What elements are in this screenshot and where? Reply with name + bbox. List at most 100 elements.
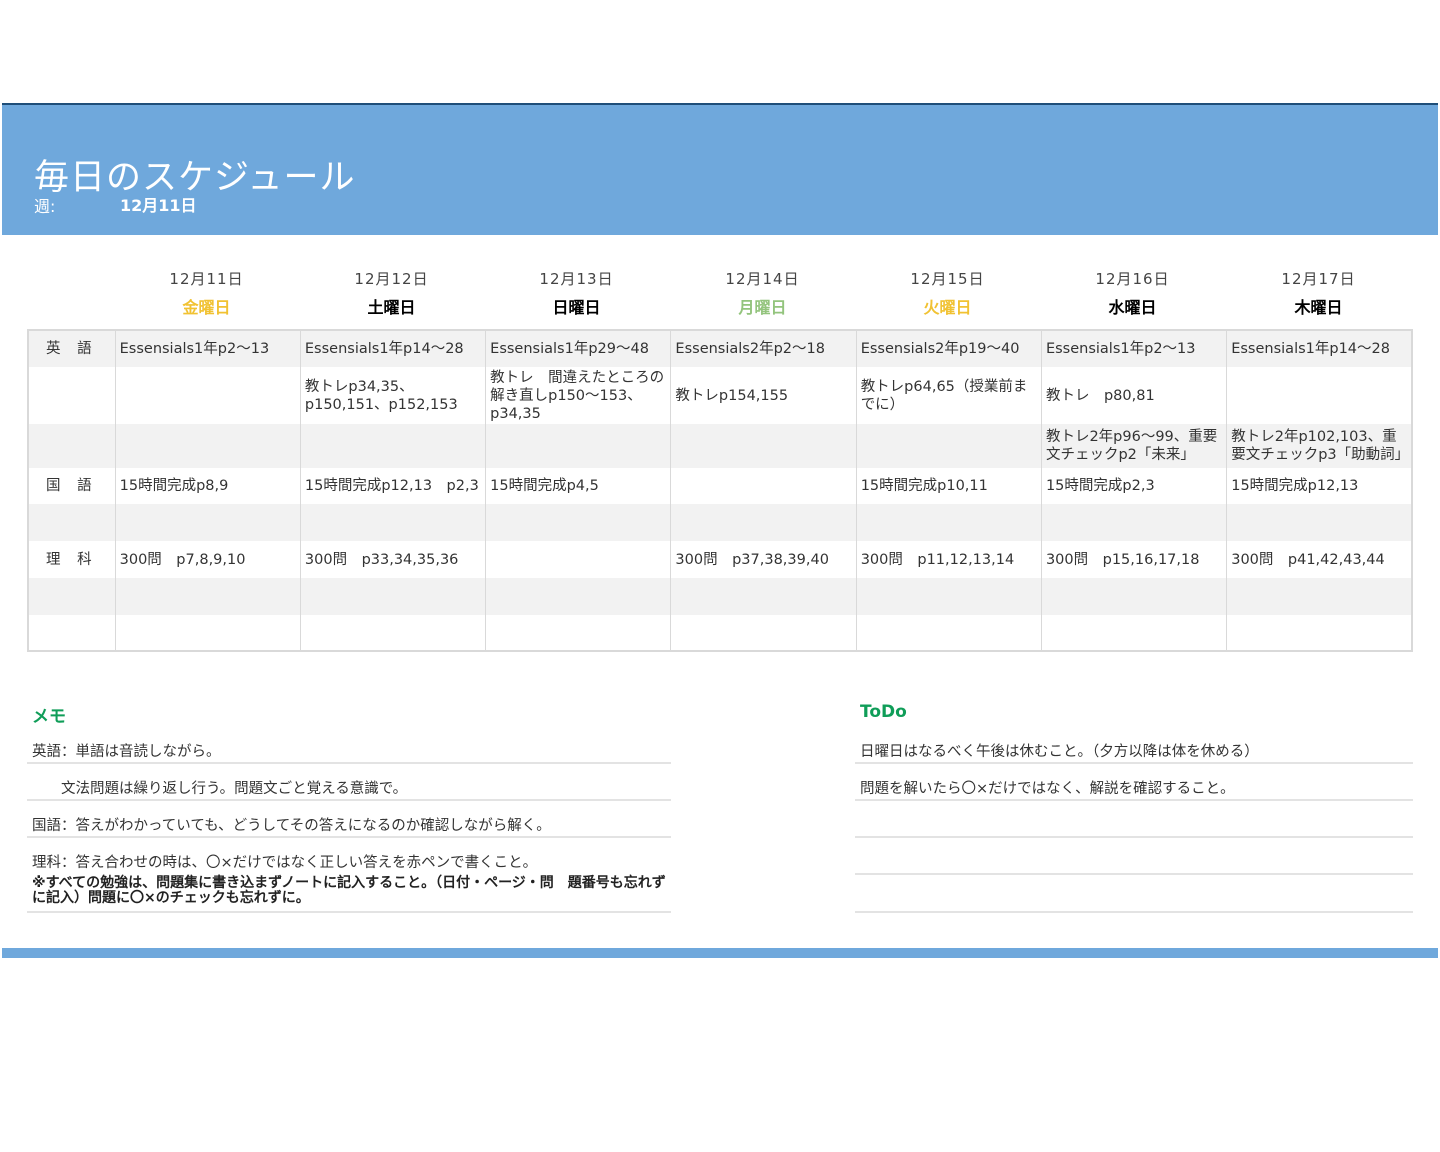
schedule-cell[interactable]: 15時間完成p12,13 p2,3 (299, 468, 487, 504)
subject-cell: 英 語 (27, 330, 116, 367)
schedule-cell[interactable] (1226, 578, 1413, 615)
schedule-cell[interactable] (670, 504, 857, 541)
schedule-cell[interactable]: 300問 p11,12,13,14 (855, 541, 1042, 578)
todo-line[interactable] (855, 888, 1413, 913)
schedule-cell[interactable]: 300問 p7,8,9,10 (114, 541, 301, 578)
schedule-cell[interactable]: 300問 p37,38,39,40 (670, 541, 857, 578)
schedule-cell[interactable] (485, 541, 672, 578)
day-date: 12月12日 (354, 270, 429, 288)
day-header: 12月12日 土曜日 (299, 268, 484, 318)
day-date: 12月17日 (1281, 270, 1356, 288)
schedule-cell[interactable]: 15時間完成p4,5 (485, 468, 672, 504)
subject-cell (27, 504, 116, 541)
schedule-row: 英 語 Essensials1年p2～13 Essensials1年p14～28 Es… (27, 330, 1413, 367)
todo-line[interactable]: 日曜日はなるべく午後は休むこと。（夕方以降は体を休める） (855, 740, 1413, 764)
schedule-cell[interactable]: 300問 p41,42,43,44 (1226, 541, 1413, 578)
schedule-cell[interactable]: 教トレ2年p96～99、重要文チェックp2「未来」 (1040, 424, 1228, 468)
schedule-cell[interactable] (299, 424, 487, 468)
schedule-row (27, 504, 1413, 541)
schedule-cell[interactable] (299, 578, 487, 615)
memo-bold-note[interactable]: ※すべての勉強は、問題集に書き込まずノートに記入すること。（日付・ページ・問 題… (27, 876, 671, 913)
schedule-cell[interactable]: Essensials1年p29～48 (485, 330, 672, 367)
subject-cell: 理 科 (27, 541, 116, 578)
schedule-cell[interactable] (1226, 615, 1413, 651)
schedule-cell[interactable] (670, 424, 857, 468)
schedule-cell[interactable] (855, 578, 1042, 615)
day-date: 12月11日 (169, 270, 244, 288)
schedule-cell[interactable]: Essensials1年p14～28 (299, 330, 487, 367)
schedule-cell[interactable] (114, 504, 301, 541)
day-header: 12月14日 月曜日 (670, 268, 855, 318)
schedule-cell[interactable] (1040, 615, 1228, 651)
schedule-cell[interactable]: 教トレp34,35、p150,151、p152,153 (299, 367, 487, 424)
schedule-cell[interactable] (670, 468, 857, 504)
schedule-cell[interactable]: Essensials2年p2～18 (670, 330, 857, 367)
day-header: 12月11日 金曜日 (114, 268, 299, 318)
subject-cell (27, 367, 116, 424)
day-name: 日曜日 (552, 298, 601, 317)
schedule-cell[interactable]: Essensials2年p19～40 (855, 330, 1042, 367)
schedule-cell[interactable] (114, 424, 301, 468)
schedule-cell[interactable]: 300問 p15,16,17,18 (1040, 541, 1228, 578)
todo-line[interactable] (855, 851, 1413, 875)
schedule-cell[interactable] (1226, 504, 1413, 541)
schedule-cell[interactable] (299, 504, 487, 541)
subject-cell (27, 578, 116, 615)
schedule-table: 英 語 Essensials1年p2～13 Essensials1年p14～28 Es… (27, 329, 1413, 652)
schedule-cell[interactable]: 教トレ 間違えたところの解き直しp150～153、p34,35 (485, 367, 672, 424)
schedule-cell[interactable] (855, 615, 1042, 651)
schedule-cell[interactable]: 教トレp154,155 (670, 367, 857, 424)
schedule-cell[interactable]: 15時間完成p8,9 (114, 468, 301, 504)
memo-line[interactable]: 国語：答えがわかっていても、どうしてその答えになるのか確認しながら解く。 (27, 814, 671, 838)
schedule-cell[interactable] (670, 615, 857, 651)
day-name: 月曜日 (738, 298, 787, 317)
memo-line[interactable]: 英語：単語は音読しながら。 (27, 740, 671, 764)
schedule-cell[interactable] (485, 615, 672, 651)
schedule-cell[interactable]: Essensials1年p2～13 (114, 330, 301, 367)
schedule-cell[interactable] (299, 615, 487, 651)
schedule-cell[interactable] (114, 578, 301, 615)
memo-line[interactable]: 文法問題は繰り返し行う。問題文ごと覚える意識で。 (27, 777, 671, 801)
schedule-cell[interactable]: 15時間完成p12,13 (1226, 468, 1413, 504)
schedule-row: 理 科 300問 p7,8,9,10 300問 p33,34,35,36 300問 p… (27, 541, 1413, 578)
day-header: 12月15日 火曜日 (855, 268, 1040, 318)
day-name: 土曜日 (367, 298, 416, 317)
schedule-row (27, 578, 1413, 615)
day-date: 12月14日 (725, 270, 800, 288)
schedule-cell[interactable] (1226, 367, 1413, 424)
todo-line[interactable]: 問題を解いたら〇×だけではなく、解説を確認すること。 (855, 777, 1413, 801)
day-date: 12月15日 (910, 270, 985, 288)
day-name: 木曜日 (1294, 298, 1343, 317)
schedule-cell[interactable] (1040, 504, 1228, 541)
schedule-cell[interactable] (855, 424, 1042, 468)
schedule-cell[interactable] (485, 424, 672, 468)
subject-cell: 国 語 (27, 468, 116, 504)
schedule-cell[interactable] (114, 615, 301, 651)
schedule-cell[interactable] (485, 504, 672, 541)
schedule-cell[interactable]: 教トレp64,65（授業前までに） (855, 367, 1042, 424)
schedule-cell[interactable] (670, 578, 857, 615)
day-headers: 12月11日 金曜日 12月12日 土曜日 12月13日 日曜日 12月14日 … (114, 268, 1412, 322)
day-header: 12月13日 日曜日 (484, 268, 669, 318)
day-date: 12月16日 (1095, 270, 1170, 288)
week-value[interactable]: 12月11日 (120, 192, 197, 216)
schedule-cell[interactable] (855, 504, 1042, 541)
schedule-cell[interactable]: 教トレ2年p102,103、重要文チェックp3「助動詞」 (1226, 424, 1413, 468)
day-name: 火曜日 (923, 298, 972, 317)
todo-line[interactable] (855, 814, 1413, 838)
day-header: 12月17日 木曜日 (1226, 268, 1411, 318)
schedule-row: 教トレ2年p96～99、重要文チェックp2「未来」 教トレ2年p102,103、重… (27, 424, 1413, 468)
schedule-cell[interactable] (114, 367, 301, 424)
schedule-cell[interactable] (1040, 578, 1228, 615)
schedule-cell[interactable]: 教トレ p80,81 (1040, 367, 1228, 424)
schedule-cell[interactable] (485, 578, 672, 615)
day-header: 12月16日 水曜日 (1040, 268, 1225, 318)
schedule-cell[interactable]: Essensials1年p2～13 (1040, 330, 1228, 367)
memo-title: メモ (32, 707, 66, 727)
footer-band (2, 948, 1438, 958)
schedule-cell[interactable]: 300問 p33,34,35,36 (299, 541, 487, 578)
schedule-cell[interactable]: Essensials1年p14～28 (1226, 330, 1413, 367)
schedule-cell[interactable]: 15時間完成p10,11 (855, 468, 1042, 504)
schedule-cell[interactable]: 15時間完成p2,3 (1040, 468, 1228, 504)
memo-line[interactable]: 理科：答え合わせの時は、〇×だけではなく正しい答えを赤ペンで書くこと。 (27, 851, 671, 873)
